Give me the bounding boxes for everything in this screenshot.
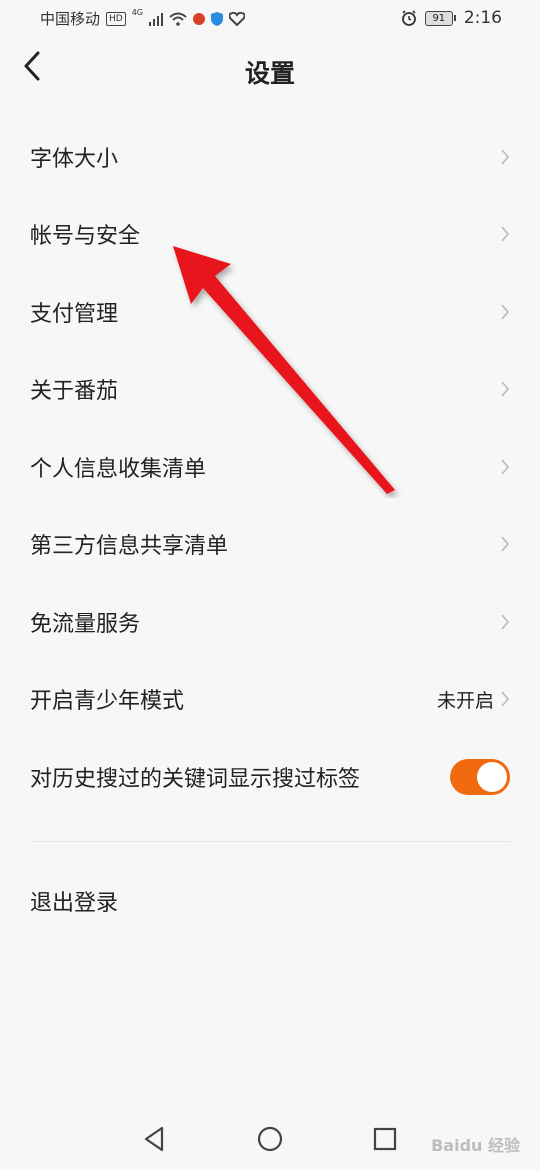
header: 设置 bbox=[0, 36, 540, 106]
menu-item-label: 免流量服务 bbox=[30, 611, 141, 637]
chevron-right-icon bbox=[501, 226, 510, 242]
chevron-right-icon bbox=[501, 614, 510, 630]
network-type: 4G bbox=[131, 8, 144, 17]
menu-item-font-size[interactable]: 字体大小 bbox=[0, 118, 540, 196]
chevron-right-icon bbox=[501, 381, 510, 397]
menu-item-label: 开启青少年模式 bbox=[30, 689, 185, 715]
chevron-right-icon bbox=[501, 536, 510, 552]
hd-badge: HD bbox=[106, 11, 126, 26]
watermark: Baidu 经验 bbox=[431, 1136, 520, 1155]
logout-button[interactable]: 退出登录 bbox=[30, 885, 118, 917]
alarm-icon bbox=[401, 10, 416, 26]
chevron-right-icon bbox=[501, 149, 510, 165]
menu-item-label: 对历史搜过的关键词显示搜过标签 bbox=[30, 766, 361, 792]
page-title: 设置 bbox=[244, 59, 295, 88]
system-nav-bar: Baidu 经验 bbox=[0, 1110, 540, 1170]
carrier-name: 中国移动 bbox=[40, 10, 101, 28]
battery-icon: 91 bbox=[424, 10, 456, 26]
clock: 2:16 bbox=[463, 8, 502, 28]
menu-item-search-history-tag: 对历史搜过的关键词显示搜过标签 bbox=[0, 738, 540, 816]
chevron-right-icon bbox=[501, 304, 510, 320]
menu-item-third-party-sharing[interactable]: 第三方信息共享清单 bbox=[0, 506, 540, 584]
app-notification-icon bbox=[193, 12, 206, 25]
chevron-right-icon bbox=[501, 459, 510, 475]
heart-app-icon bbox=[229, 11, 246, 26]
wifi-icon bbox=[169, 12, 187, 26]
status-left: 中国移动 HD 4G bbox=[40, 8, 246, 29]
recents-square-icon[interactable] bbox=[372, 1126, 398, 1152]
teen-mode-status: 未开启 bbox=[436, 689, 494, 712]
battery-level: 91 bbox=[424, 10, 453, 26]
home-circle-icon[interactable] bbox=[257, 1126, 283, 1152]
status-right: 91 2:16 bbox=[401, 8, 502, 28]
chevron-right-icon bbox=[501, 691, 510, 707]
status-bar: 中国移动 HD 4G 91 2:16 bbox=[0, 0, 540, 36]
annotation-arrow-icon bbox=[173, 246, 395, 494]
search-tag-toggle[interactable] bbox=[450, 758, 510, 795]
shield-icon bbox=[211, 11, 224, 26]
menu-item-teen-mode[interactable]: 开启青少年模式 未开启 bbox=[0, 661, 540, 739]
signal-icon bbox=[149, 12, 164, 26]
back-triangle-icon[interactable] bbox=[142, 1126, 168, 1152]
menu-item-free-data[interactable]: 免流量服务 bbox=[0, 583, 540, 661]
menu-item-label: 第三方信息共享清单 bbox=[30, 534, 229, 560]
toggle-knob bbox=[477, 761, 507, 792]
divider bbox=[30, 841, 510, 842]
menu-item-label: 字体大小 bbox=[30, 146, 119, 172]
